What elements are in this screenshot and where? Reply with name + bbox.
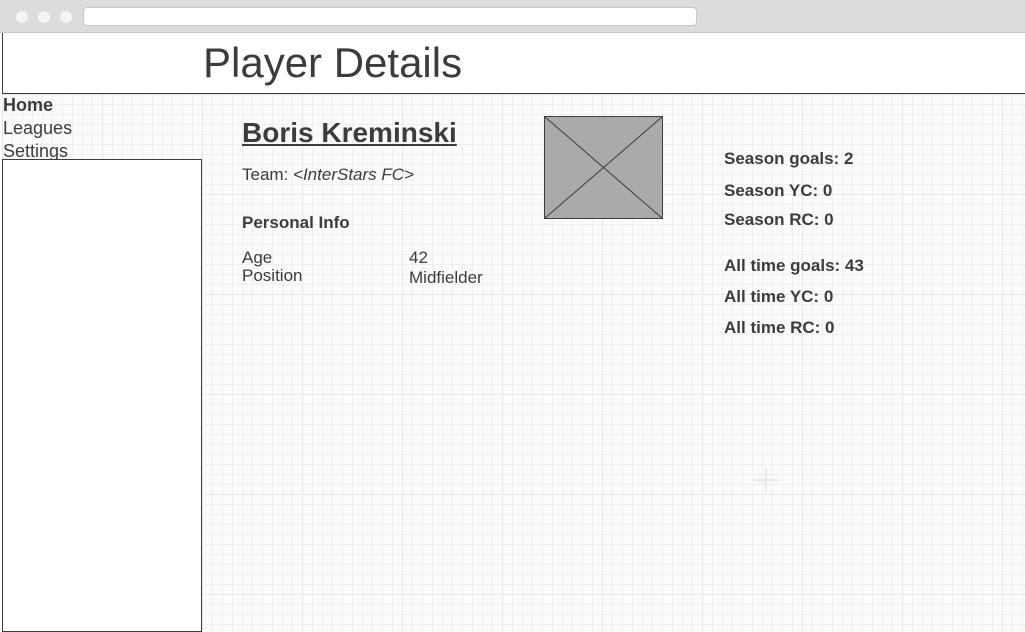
personal-info-title: Personal Info [242,213,350,232]
window-close-dot[interactable] [16,11,28,23]
nav-item-home[interactable]: Home [3,94,72,117]
info-value-position: Midfielder [409,268,483,287]
page-header: Player Details [2,33,1025,94]
info-label-position: Position [242,266,303,285]
stat-season-rc: Season RC: 0 [724,210,834,229]
stat-season-goals: Season goals: 2 [724,149,854,168]
browser-chrome [0,0,1025,33]
player-name: Boris Kreminski [242,117,457,148]
info-value-age: 42 [409,248,428,267]
info-label-age: Age [242,248,273,267]
stat-alltime-yc: All time YC: 0 [724,287,834,306]
image-placeholder-icon [544,116,663,219]
stat-season-yc: Season YC: 0 [724,181,833,200]
nav-item-leagues[interactable]: Leagues [3,117,72,140]
window-maximize-dot[interactable] [60,11,72,23]
team-line: Team: <InterStars FC> [242,164,414,186]
team-label: Team: [242,165,289,184]
stat-alltime-rc: All time RC: 0 [724,318,835,337]
crosshair-cursor-icon [754,468,778,492]
address-bar[interactable] [83,7,697,26]
sidebar-nav: Home Leagues Settings [3,94,72,163]
page-title: Player Details [203,39,463,86]
sidebar-panel [2,159,202,632]
window-minimize-dot[interactable] [38,11,50,23]
stat-alltime-goals: All time goals: 43 [724,256,864,275]
team-value[interactable]: <InterStars FC> [293,165,414,184]
